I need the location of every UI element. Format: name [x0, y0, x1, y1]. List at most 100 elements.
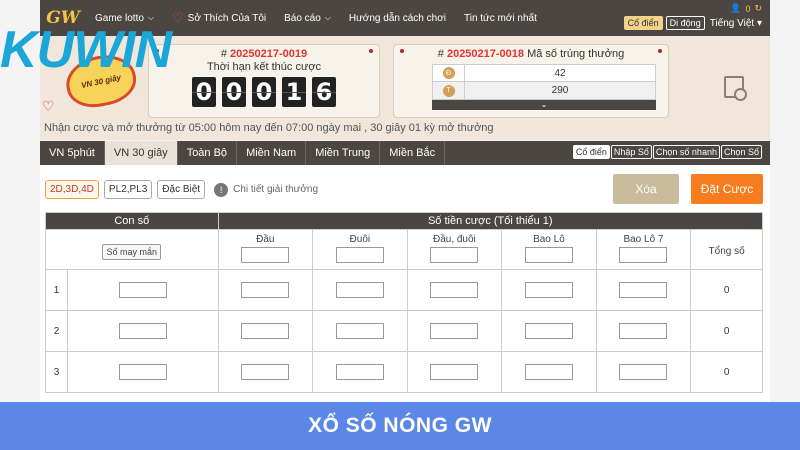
header-amount-input[interactable] — [430, 247, 479, 263]
mode-classic-button[interactable]: Cổ điển — [623, 16, 663, 30]
sub-header: Bao Lô 7 — [623, 234, 664, 245]
round-number: 20250217-0018 — [446, 48, 525, 60]
result-list: Đ 42 T 290 ⌄ — [432, 64, 656, 110]
row-total: 0 — [690, 269, 763, 311]
number-input[interactable] — [118, 281, 167, 298]
mode-mobile-button[interactable]: Di động — [665, 16, 705, 30]
chevron-down-icon: ⌵ — [324, 13, 331, 22]
amount-input[interactable] — [524, 322, 573, 339]
countdown-label: Thời hạn kết thúc cược — [206, 61, 322, 73]
countdown-digit: 0 — [252, 77, 276, 107]
info-icon: ! — [214, 182, 229, 197]
amount-input[interactable] — [430, 281, 479, 298]
amount-input[interactable] — [241, 281, 290, 298]
amount-input[interactable] — [524, 281, 573, 298]
result-value: 290 — [551, 85, 569, 96]
round-number: 20250217-0019 — [230, 48, 308, 60]
bet-table: Con số Số tiền cược (Tối thiểu 1) Số may… — [45, 212, 764, 393]
chip-2d3d4d[interactable]: 2D,3D,4D — [45, 180, 99, 199]
row-total: 0 — [690, 310, 763, 352]
row-total: 0 — [690, 351, 763, 393]
dot-icon — [400, 49, 404, 53]
mode-tab-enter-number[interactable]: Nhập Số — [610, 145, 652, 159]
hash-symbol: # — [220, 48, 227, 60]
tab-vn-5phut[interactable]: VN 5phút — [40, 141, 105, 165]
amount-input[interactable] — [619, 281, 668, 298]
kuwin-logo: KUWIN — [0, 21, 172, 79]
dot-icon — [369, 49, 373, 53]
bet-content: 2D,3D,4D PL2,PL3 Đặc Biệt ! Chi tiết giả… — [40, 165, 770, 405]
nav-label: Hướng dẫn cách chơi — [348, 12, 446, 24]
place-bet-button[interactable]: Đặt Cược — [691, 174, 763, 204]
user-icon: 👤 — [730, 3, 742, 13]
number-input[interactable] — [118, 363, 167, 380]
amount-input[interactable] — [430, 322, 479, 339]
amount-input[interactable] — [335, 281, 384, 298]
sub-header: Đuôi — [349, 234, 371, 245]
amount-input[interactable] — [430, 363, 479, 380]
hash-symbol: # — [437, 48, 444, 60]
chip-dac-biet[interactable]: Đặc Biệt — [157, 180, 206, 199]
balance-value: 0 — [745, 3, 751, 14]
table-row: 1 0 — [45, 269, 763, 311]
amount-input[interactable] — [524, 363, 573, 380]
tab-vn-30-giay[interactable]: VN 30 giây — [104, 141, 178, 165]
chip-pl2pl3[interactable]: PL2,PL3 — [103, 180, 153, 199]
tab-mien-nam[interactable]: Miền Nam — [237, 141, 307, 165]
amount-input[interactable] — [335, 322, 384, 339]
countdown-digit: 6 — [312, 77, 336, 107]
game-tabs: VN 5phút VN 30 giây Toàn Bộ Miền Nam Miề… — [40, 141, 770, 165]
bet-type-chips: 2D,3D,4D PL2,PL3 Đặc Biệt ! Chi tiết giả… — [45, 180, 318, 199]
amount-input[interactable] — [619, 322, 668, 339]
amount-input[interactable] — [241, 322, 290, 339]
current-round: # 20250217-0019 — [149, 48, 379, 60]
column-header-number: Con số — [45, 212, 219, 230]
lucky-number-button[interactable]: Số may mắn — [102, 244, 162, 260]
header-amount-input[interactable] — [619, 247, 668, 263]
nav-guide[interactable]: Hướng dẫn cách chơi — [340, 13, 455, 24]
amount-input[interactable] — [619, 363, 668, 380]
mode-tab-pick-number[interactable]: Chọn Số — [720, 145, 762, 159]
language-select[interactable]: Tiếng Việt ▾ — [710, 18, 762, 29]
history-clock-icon[interactable] — [724, 76, 747, 101]
refresh-icon[interactable]: ↻ — [754, 3, 762, 14]
nav-label: Tin tức mới nhất — [463, 12, 537, 24]
countdown-digit: 0 — [192, 77, 216, 107]
mode-tab-quick-pick[interactable]: Chọn số nhanh — [652, 145, 720, 159]
tab-toan-bo[interactable]: Toàn Bộ — [178, 141, 238, 165]
amount-input[interactable] — [335, 363, 384, 380]
last-result-box: # 20250217-0018 Mã số trúng thưởng Đ 42 … — [393, 44, 669, 118]
tab-mien-trung[interactable]: Miền Trung — [306, 141, 381, 165]
sub-header: Bao Lô — [533, 234, 565, 245]
language-label: Tiếng Việt — [709, 17, 755, 29]
row-index: 3 — [45, 351, 68, 393]
header-amount-input[interactable] — [241, 247, 290, 263]
mode-tab-classic[interactable]: Cổ điển — [572, 145, 610, 159]
tab-mien-bac[interactable]: Miền Bắc — [380, 141, 446, 165]
expand-results-chevron-icon[interactable]: ⌄ — [432, 100, 656, 110]
column-header-total: Tổng số — [690, 229, 763, 270]
column-header-amount: Số tiền cược (Tối thiểu 1) — [217, 212, 764, 230]
clear-button[interactable]: Xóa — [613, 174, 679, 204]
dot-icon — [658, 49, 662, 53]
nav-news[interactable]: Tin tức mới nhất — [455, 13, 546, 24]
balance: 👤 0 ↻ — [730, 3, 762, 14]
display-mode: Cổ điển Di động Tiếng Việt ▾ — [623, 16, 762, 30]
input-mode-tabs: Cổ điển Nhập Số Chọn số nhanh Chọn Số — [572, 145, 762, 159]
number-input[interactable] — [118, 322, 167, 339]
nav-favorites[interactable]: ♡ Sở Thích Của Tôi — [163, 10, 275, 26]
row-index: 1 — [45, 269, 68, 311]
header-amount-input[interactable] — [524, 247, 573, 263]
nav-label: Sở Thích Của Tôi — [187, 12, 267, 24]
nav-report[interactable]: Báo cáo ⌵ — [275, 13, 340, 24]
caret-down-icon: ▾ — [756, 17, 762, 29]
header-amount-input[interactable] — [335, 247, 384, 263]
prize-detail-link[interactable]: Chi tiết giải thưởng — [233, 184, 318, 195]
result-label: Mã số trúng thưởng — [527, 48, 625, 60]
result-row: Đ 42 — [432, 64, 656, 82]
row-index: 2 — [45, 310, 68, 352]
result-value: 42 — [554, 68, 566, 79]
favorite-heart-icon[interactable]: ♡ — [42, 98, 55, 115]
amount-input[interactable] — [241, 363, 290, 380]
account-area: 👤 0 ↻ Cổ điển Di động Tiếng Việt ▾ — [623, 3, 762, 30]
